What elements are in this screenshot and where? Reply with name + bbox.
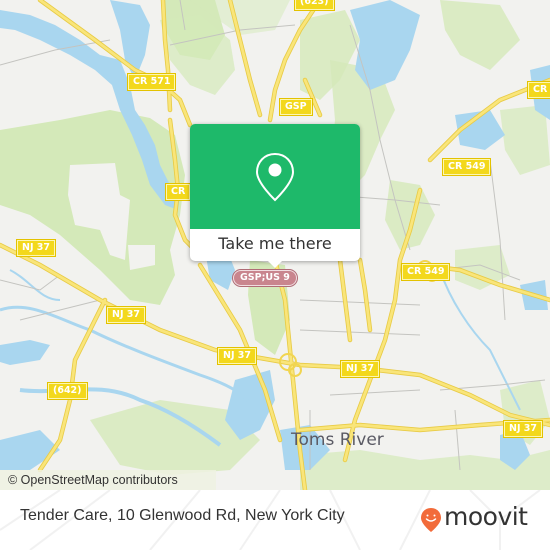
- popup-pointer: [268, 261, 282, 268]
- map-attribution[interactable]: © OpenStreetMap contributors: [0, 470, 216, 490]
- road-shield-gsp: GSP: [279, 98, 313, 116]
- map-view[interactable]: CR 571 CR GSP (623) CR 549 CR CR 549 NJ …: [0, 0, 550, 490]
- road-shield-nj-37: NJ 37: [105, 306, 147, 324]
- road-shield-nj-37-center: NJ 37: [216, 347, 258, 365]
- road-shield-nj-37-far-east: NJ 37: [502, 420, 544, 438]
- road-shield-cr-549-north: CR 549: [441, 158, 492, 176]
- road-shield-cr-571: CR 571: [126, 73, 177, 91]
- road-shield-nj-37-east: NJ 37: [339, 360, 381, 378]
- road-shield-gsp-us-9: GSP;US 9: [232, 269, 298, 287]
- road-shield-623: (623): [294, 0, 335, 11]
- location-popup: Take me there: [190, 124, 360, 268]
- location-address: Tender Care, 10 Glenwood Rd, New York Ci…: [20, 507, 345, 524]
- take-me-there-button[interactable]: Take me there: [190, 229, 360, 261]
- moovit-smiley-pin-icon: [421, 508, 441, 532]
- road-shield-nj-37-west: NJ 37: [15, 239, 57, 257]
- road-shield-642: (642): [47, 382, 88, 400]
- road-shield-cr: CR: [164, 183, 192, 201]
- popup-header: [190, 124, 360, 229]
- footer-bar: Tender Care, 10 Glenwood Rd, New York Ci…: [0, 490, 550, 550]
- moovit-logo[interactable]: moovit: [420, 502, 540, 534]
- road-shield-cr-549-south: CR 549: [400, 263, 451, 281]
- road-shield-cr-east: CR: [526, 81, 550, 99]
- place-label-toms-river: Toms River: [291, 430, 384, 450]
- moovit-wordmark: moovit: [444, 502, 528, 531]
- map-pin-icon: [255, 152, 295, 202]
